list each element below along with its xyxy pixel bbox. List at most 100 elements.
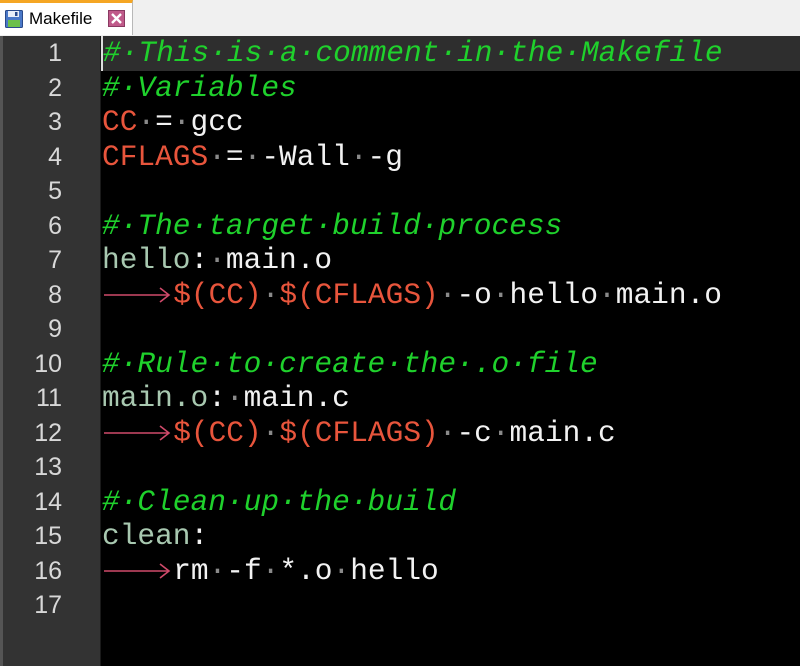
text-token: main.o [225, 243, 333, 277]
line-number: 12 [34, 418, 62, 447]
code-line[interactable]: 10 #·Rule·to·create·the·.o·file [0, 347, 800, 382]
tab-makefile[interactable]: Makefile [0, 0, 133, 35]
line-content[interactable]: $(CC)·$(CFLAGS)·-c·main.c [101, 416, 800, 451]
line-number: 8 [48, 280, 62, 309]
line-number: 6 [48, 211, 62, 240]
line-number: 17 [34, 591, 62, 619]
code-line[interactable]: 8 $(CC)·$(CFLAGS)·-o·hello·main.o [0, 278, 800, 313]
tab-label: Makefile [29, 9, 93, 28]
line-number: 14 [34, 487, 62, 516]
code-line[interactable]: 3 CC·=·gcc [0, 105, 800, 140]
code-line[interactable]: 6 #·The·target·build·process [0, 209, 800, 244]
code-line[interactable]: 2 #·Variables [0, 71, 800, 106]
whitespace-marker: · [208, 139, 226, 174]
comment-token: #·Variables [102, 70, 297, 105]
code-lines: 1 #·This·is·a·comment·in·the·Makefile 2 #·V… [0, 36, 800, 623]
text-token: = [155, 105, 173, 139]
comment-token: #·The·target·build·process [102, 208, 563, 243]
text-token: hello [350, 553, 439, 588]
line-number: 13 [34, 453, 62, 481]
line-content[interactable]: #·The·target·build·process [101, 209, 800, 244]
line-number: 3 [48, 108, 62, 136]
code-line[interactable]: 15 clean: [0, 519, 800, 554]
whitespace-marker: · [332, 553, 351, 588]
code-line[interactable]: 1 #·This·is·a·comment·in·the·Makefile [0, 36, 800, 71]
line-content[interactable]: rm·-f·*.o·hello [101, 554, 800, 589]
code-line[interactable]: 9 [0, 312, 800, 347]
code-line[interactable]: 13 [0, 450, 800, 485]
text-token: gcc [190, 105, 244, 139]
line-content[interactable]: $(CC)·$(CFLAGS)·-o·hello·main.o [101, 278, 800, 313]
line-content[interactable]: #·Rule·to·create·the·.o·file [101, 347, 800, 382]
code-line[interactable]: 16 rm·-f·*.o·hello [0, 554, 800, 589]
line-content[interactable] [101, 450, 800, 485]
line-number: 1 [48, 39, 62, 67]
variable-token: CC [102, 105, 138, 139]
text-token: hello [509, 277, 599, 312]
line-content[interactable] [101, 588, 800, 623]
line-number: 7 [48, 246, 62, 274]
whitespace-marker: · [208, 553, 227, 588]
line-number: 2 [48, 73, 62, 102]
code-line[interactable]: 7 hello:·main.o [0, 243, 800, 278]
tab-arrow-icon [102, 278, 173, 313]
line-content[interactable] [101, 174, 800, 209]
whitespace-marker: · [208, 243, 226, 277]
line-number: 11 [36, 384, 62, 412]
code-line[interactable]: 11 main.o:·main.c [0, 381, 800, 416]
comment-token: #·This·is·a·comment·in·the·Makefile [103, 36, 723, 70]
close-icon[interactable] [108, 10, 125, 27]
variable-token: $(CFLAGS) [279, 415, 439, 450]
line-number: 5 [48, 177, 62, 205]
target-token: hello [102, 243, 191, 277]
whitespace-marker: · [243, 139, 262, 174]
whitespace-marker: · [261, 553, 280, 588]
text-token: main.o [615, 277, 722, 312]
text-token: main.c [243, 381, 350, 415]
whitespace-marker: · [598, 277, 616, 312]
text-token: -o [456, 277, 492, 312]
line-content[interactable]: #·Variables [101, 71, 800, 106]
text-token: *.o [279, 553, 333, 588]
variable-token: $(CC) [173, 415, 262, 450]
comment-token: #·Clean·up·the·build [102, 484, 457, 519]
code-line[interactable]: 17 [0, 588, 800, 623]
text-token: : [190, 519, 209, 553]
code-line[interactable]: 5 [0, 174, 800, 209]
line-content[interactable]: #·Clean·up·the·build [101, 485, 800, 520]
text-token: main.c [509, 415, 616, 450]
line-number: 15 [34, 522, 62, 550]
whitespace-marker: · [261, 415, 280, 450]
code-line[interactable]: 12 $(CC)·$(CFLAGS)·-c·main.c [0, 416, 800, 451]
whitespace-marker: · [225, 381, 244, 415]
line-content[interactable]: hello:·main.o [101, 243, 800, 278]
code-line[interactable]: 4 CFLAGS·=·-Wall·-g [0, 140, 800, 175]
line-content[interactable] [101, 312, 800, 347]
line-content[interactable]: #·This·is·a·comment·in·the·Makefile [101, 36, 800, 71]
text-token: = [225, 139, 244, 174]
whitespace-marker: · [438, 415, 457, 450]
save-icon [5, 10, 23, 28]
line-content[interactable]: main.o:·main.c [101, 381, 800, 416]
text-token: -f [226, 553, 262, 588]
text-token: : [208, 381, 226, 415]
text-token: : [190, 243, 209, 277]
whitespace-marker: · [261, 277, 280, 312]
whitespace-marker: · [491, 277, 510, 312]
target-token: main.o [102, 381, 209, 415]
line-content[interactable]: CFLAGS·=·-Wall·-g [101, 140, 800, 175]
line-number: 10 [34, 349, 62, 378]
line-content[interactable]: clean: [101, 519, 800, 554]
whitespace-marker: · [137, 105, 156, 139]
whitespace-marker: · [491, 415, 510, 450]
variable-token: $(CC) [173, 277, 262, 312]
tab-arrow-icon [102, 554, 173, 589]
whitespace-marker: · [349, 139, 368, 174]
line-number: 4 [48, 142, 62, 171]
line-number: 9 [48, 315, 62, 343]
line-content[interactable]: CC·=·gcc [101, 105, 800, 140]
whitespace-marker: · [172, 105, 191, 139]
variable-token: $(CFLAGS) [279, 277, 439, 312]
text-token: -c [456, 415, 492, 450]
code-line[interactable]: 14 #·Clean·up·the·build [0, 485, 800, 520]
